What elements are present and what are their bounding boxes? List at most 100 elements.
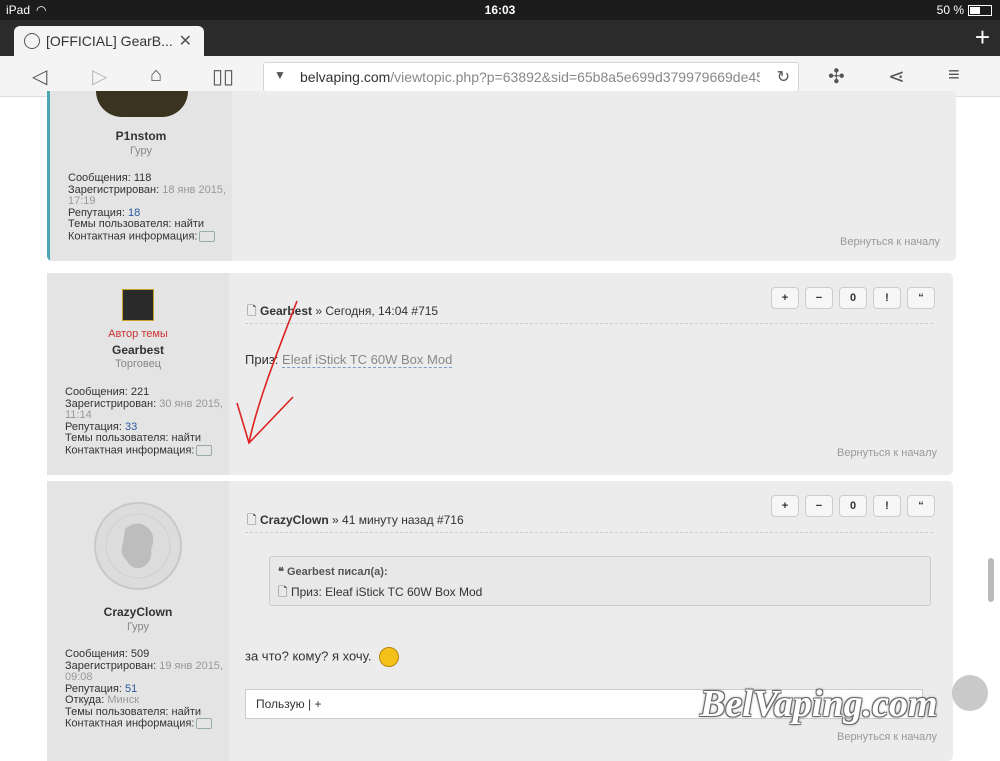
back-to-top-link[interactable]: Вернуться к началу (837, 731, 937, 743)
chat-icon[interactable] (196, 444, 213, 456)
chat-icon[interactable] (199, 230, 216, 242)
clock: 16:03 (484, 3, 516, 17)
username[interactable]: P1nstom (50, 129, 232, 143)
find-topics-link[interactable]: найти (172, 706, 202, 718)
rep-count-button[interactable]: 0 (839, 495, 867, 517)
stat-label: Сообщения: (65, 386, 128, 398)
post-icon: 🗋 (247, 513, 257, 527)
stat-label: Зарегистрирован: (65, 397, 157, 410)
username[interactable]: Gearbest (47, 343, 229, 357)
post-text: за что? кому? я хочу. (245, 648, 372, 664)
url-path: /viewtopic.php?p=63892&sid=65b8a5e699d37… (390, 69, 760, 85)
topic-author-tag: Автор темы (108, 328, 168, 340)
chat-icon[interactable] (196, 718, 213, 729)
menu-icon[interactable]: ≡ (948, 64, 960, 87)
report-button[interactable]: ! (873, 287, 901, 309)
post-author-link[interactable]: CrazyClown (260, 513, 329, 527)
stat-label: Сообщения: (68, 172, 131, 184)
battery-icon (968, 5, 992, 17)
rep-count-button[interactable]: 0 (839, 287, 867, 309)
share-icon[interactable]: ⋖ (888, 64, 905, 89)
extensions-icon[interactable]: ✣ (828, 64, 845, 89)
post-divider (245, 323, 933, 324)
quote-block: ❝ Gearbest писал(а): 🗋 Приз: Eleaf iStic… (269, 556, 931, 606)
reload-icon[interactable]: ↻ (777, 67, 790, 87)
stat-label: Темы пользователя: (65, 705, 169, 718)
stat-label: Репутация: (68, 206, 125, 219)
reputation-link[interactable]: 33 (125, 421, 137, 433)
status-bar: iPad ◠ 16:03 50 % (0, 0, 1000, 20)
tab-title: [OFFICIAL] GearB... (46, 33, 173, 49)
stat-label: Темы пользователя: (65, 432, 169, 444)
forum-post: P1nstom Гуру Сообщения: 118 Зарегистриро… (47, 91, 956, 261)
user-stats: Сообщения: 118 Зарегистрирован: 18 янв 2… (68, 172, 232, 242)
stat-label: Контактная информация: (65, 717, 195, 730)
forum-post: Автор темы Gearbest Торговец Сообщения: … (47, 273, 953, 475)
post-actions: + − 0 ! “ (771, 495, 935, 517)
stat-label: Темы пользователя: (68, 218, 172, 230)
post-meta: » 41 минуту назад #716 (328, 513, 464, 527)
stat-label: Зарегистрирован: (68, 183, 160, 196)
stat-label: Репутация: (65, 682, 122, 695)
messages-count: 118 (133, 172, 152, 184)
back-icon[interactable]: ◁ (32, 64, 47, 89)
document-icon: 🗋 (278, 585, 288, 599)
red-arrow-annotation (236, 300, 298, 445)
post-body: за что? кому? я хочу. (245, 647, 400, 667)
globe-icon (24, 33, 40, 49)
post-actions: + − 0 ! “ (771, 287, 935, 309)
user-stats: Сообщения: 221 Зарегистрирован: 30 янв 2… (65, 386, 229, 456)
post-header: 🗋 CrazyClown » 41 минуту назад #716 (247, 511, 464, 532)
post-divider (245, 532, 933, 533)
post-profile: Автор темы Gearbest Торговец Сообщения: … (47, 273, 229, 475)
find-topics-link[interactable]: найти (172, 432, 202, 444)
minus-rep-button[interactable]: − (805, 495, 833, 517)
quote-button[interactable]: “ (907, 495, 935, 517)
avatar[interactable] (96, 91, 188, 117)
quote-button[interactable]: “ (907, 287, 935, 309)
bookmarks-icon[interactable]: ▯▯ (212, 64, 234, 89)
smiley-emoji-icon (379, 647, 400, 667)
avatar[interactable] (122, 289, 154, 321)
quote-header: ❝ Gearbest писал(а): (278, 565, 388, 578)
reply-bar-text: Пользую | + (256, 697, 322, 711)
reputation-link[interactable]: 51 (125, 683, 137, 695)
prize-link[interactable]: Eleaf iStick TC 60W Box Mod (282, 352, 453, 368)
home-icon[interactable]: ⌂ (150, 64, 162, 87)
user-rank: Гуру (126, 621, 150, 633)
address-bar[interactable]: ▼ belvaping.com/viewtopic.php?p=63892&si… (263, 62, 799, 92)
user-stats: Сообщения: 509 Зарегистрирован: 19 янв 2… (65, 648, 229, 730)
report-button[interactable]: ! (873, 495, 901, 517)
url-text: belvaping.com/viewtopic.php?p=63892&sid=… (300, 69, 760, 85)
user-rank: Торговец (114, 358, 162, 370)
close-tab-icon[interactable]: ✕ (179, 31, 192, 51)
scroll-to-top-button[interactable] (952, 675, 988, 711)
username[interactable]: CrazyClown (47, 605, 229, 619)
tab-bar: [OFFICIAL] GearB... ✕ (0, 20, 1000, 56)
quote-author: Gearbest писал(а): (286, 566, 388, 578)
forward-icon[interactable]: ▷ (92, 64, 107, 89)
post-profile: CrazyClown Гуру Сообщения: 509 Зарегистр… (47, 481, 229, 761)
avatar[interactable] (93, 501, 183, 591)
minus-rep-button[interactable]: − (805, 287, 833, 309)
scrollbar[interactable] (988, 558, 994, 602)
dropdown-icon[interactable]: ▼ (274, 68, 286, 82)
url-domain: belvaping.com (300, 69, 391, 85)
plus-rep-button[interactable]: + (771, 287, 799, 309)
stat-label: Контактная информация: (65, 443, 195, 456)
quote-mark-icon: ❝ (278, 566, 284, 578)
find-topics-link[interactable]: найти (175, 218, 205, 230)
new-tab-button[interactable]: + (975, 24, 990, 50)
browser-tab[interactable]: [OFFICIAL] GearB... ✕ (14, 26, 204, 56)
post-profile: P1nstom Гуру Сообщения: 118 Зарегистриро… (50, 91, 232, 261)
back-to-top-link[interactable]: Вернуться к началу (837, 447, 937, 459)
battery-label: 50 % (936, 3, 964, 17)
quote-content: 🗋 Приз: Eleaf iStick TC 60W Box Mod (278, 583, 482, 604)
stat-label: Сообщения: (65, 648, 128, 660)
back-to-top-link[interactable]: Вернуться к началу (840, 236, 940, 248)
stat-label: Репутация: (65, 420, 122, 433)
battery-indicator: 50 % (937, 3, 992, 17)
plus-rep-button[interactable]: + (771, 495, 799, 517)
stat-label: Зарегистрирован: (65, 659, 157, 672)
reputation-link[interactable]: 18 (128, 207, 140, 219)
